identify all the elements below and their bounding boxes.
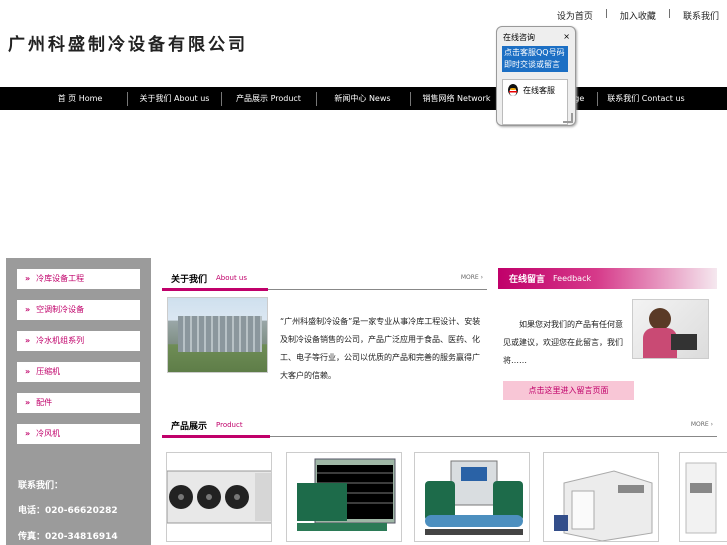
nav-home[interactable]: 首 页 Home (40, 87, 120, 110)
feedback-button[interactable]: 点击这里进入留言页面 (503, 381, 634, 400)
double-chevron-icon: » (25, 336, 31, 345)
chiller-image (425, 460, 523, 535)
top-links: 设为首页 | 加入收藏 | 联系我们 (557, 9, 719, 22)
laptop-shape (671, 334, 697, 350)
sidebar-fax: 传真：020-34816914 (18, 532, 118, 542)
product-thumb-partial[interactable] (679, 452, 727, 542)
product-header: 产品展示 Product MORE › (162, 415, 717, 438)
nav-network[interactable]: 销售网络 Network (414, 87, 499, 110)
product-title: 产品展示 (171, 422, 208, 432)
add-favorite-link[interactable]: 加入收藏 (620, 9, 656, 22)
double-chevron-icon: » (25, 429, 31, 438)
sidebar-item-parts[interactable]: » 配件 (17, 393, 140, 413)
sidebar-item-cold-storage[interactable]: » 冷库设备工程 (17, 269, 140, 289)
qq-contact-box: 在线客服 (502, 79, 568, 125)
sidebar-item-chiller[interactable]: » 冷水机组系列 (17, 331, 140, 351)
sidebar-phone: 电话：020-66620282 (18, 506, 118, 516)
sidebar-item-label: 冷库设备工程 (36, 274, 85, 283)
product-thumb-chiller[interactable] (414, 452, 530, 542)
sidebar-item-label: 压缩机 (36, 367, 61, 376)
about-text: “广州科盛制冷设备”是一家专业从事冷库工程设计、安装及制冷设备销售的公司，产品广… (280, 317, 481, 380)
product-more-link[interactable]: MORE › (691, 421, 713, 428)
building-shape (178, 316, 262, 352)
nav-about[interactable]: 关于我们 About us (132, 87, 217, 110)
section-underline (162, 288, 268, 291)
cold-room-image (554, 470, 653, 541)
main-nav: 首 页 Home 关于我们 About us 产品展示 Product 新闻中心… (0, 87, 727, 110)
nav-contact[interactable]: 联系我们 Contact us (601, 87, 691, 110)
resize-grip-icon[interactable] (563, 113, 573, 123)
qq-online-consult-widget: 在线咨询 × 点击客服QQ号码即时交谈或留言 在线客服 (496, 26, 576, 126)
nav-product[interactable]: 产品展示 Product (226, 87, 311, 110)
close-icon[interactable]: × (563, 32, 570, 41)
product-thumb-air-cooler[interactable] (166, 452, 272, 542)
double-chevron-icon: » (25, 305, 31, 314)
person-head-shape (649, 308, 671, 330)
product-thumb-condensing-unit[interactable] (286, 452, 402, 542)
sidebar-item-label: 空调制冷设备 (36, 305, 85, 314)
sidebar-item-label: 配件 (36, 398, 53, 407)
nav-divider (316, 92, 317, 106)
sidebar-item-ac-refrigeration[interactable]: » 空调制冷设备 (17, 300, 140, 320)
link-separator: | (604, 9, 608, 19)
nav-news[interactable]: 新闻中心 News (320, 87, 405, 110)
link-separator: | (667, 9, 671, 19)
about-more-link[interactable]: MORE › (461, 274, 483, 281)
sidebar-item-air-cooler[interactable]: » 冷风机 (17, 424, 140, 444)
about-header: 关于我们 About us MORE › (162, 268, 487, 291)
contact-us-link[interactable]: 联系我们 (683, 9, 719, 22)
nav-divider (410, 92, 411, 106)
about-title-en: About us (216, 274, 248, 282)
section-underline (162, 435, 270, 438)
double-chevron-icon: » (25, 274, 31, 283)
company-logo: 广州科盛制冷设备有限公司 (8, 35, 248, 55)
qq-widget-message: 点击客服QQ号码即时交谈或留言 (502, 46, 568, 72)
sidebar-item-label: 冷水机组系列 (36, 336, 85, 345)
sidebar-item-label: 冷风机 (36, 429, 61, 438)
double-chevron-icon: » (25, 367, 31, 376)
nav-divider (127, 92, 128, 106)
nav-divider (221, 92, 222, 106)
qq-penguin-icon (508, 84, 518, 96)
nav-divider (597, 92, 598, 106)
product-title-en: Product (216, 421, 243, 429)
product-thumb-cold-room[interactable] (543, 452, 659, 542)
feedback-header: 在线留言 Feedback (498, 268, 717, 289)
feedback-text: 如果您对我们的产品有任何意见或建议，欢迎您在此留言，我们将…… (503, 320, 623, 365)
about-title: 关于我们 (171, 275, 208, 285)
feedback-woman-laptop-image (632, 299, 709, 359)
sidebar-item-compressor[interactable]: » 压缩机 (17, 362, 140, 382)
qq-contact-label[interactable]: 在线客服 (523, 85, 555, 96)
feedback-title: 在线留言 (509, 275, 546, 285)
double-chevron-icon: » (25, 398, 31, 407)
qq-widget-title: 在线咨询 (503, 33, 535, 42)
condensing-unit-image (297, 458, 396, 531)
set-homepage-link[interactable]: 设为首页 (557, 9, 593, 22)
air-cooler-image (167, 470, 271, 524)
company-building-image (167, 297, 268, 373)
left-sidebar: » 冷库设备工程 » 空调制冷设备 » 冷水机组系列 » 压缩机 » 配件 » 冷风机 联系… (6, 258, 151, 545)
product-partial-image (685, 462, 717, 534)
feedback-title-en: Feedback (553, 274, 592, 283)
sidebar-contact-title: 联系我们： (18, 481, 64, 491)
